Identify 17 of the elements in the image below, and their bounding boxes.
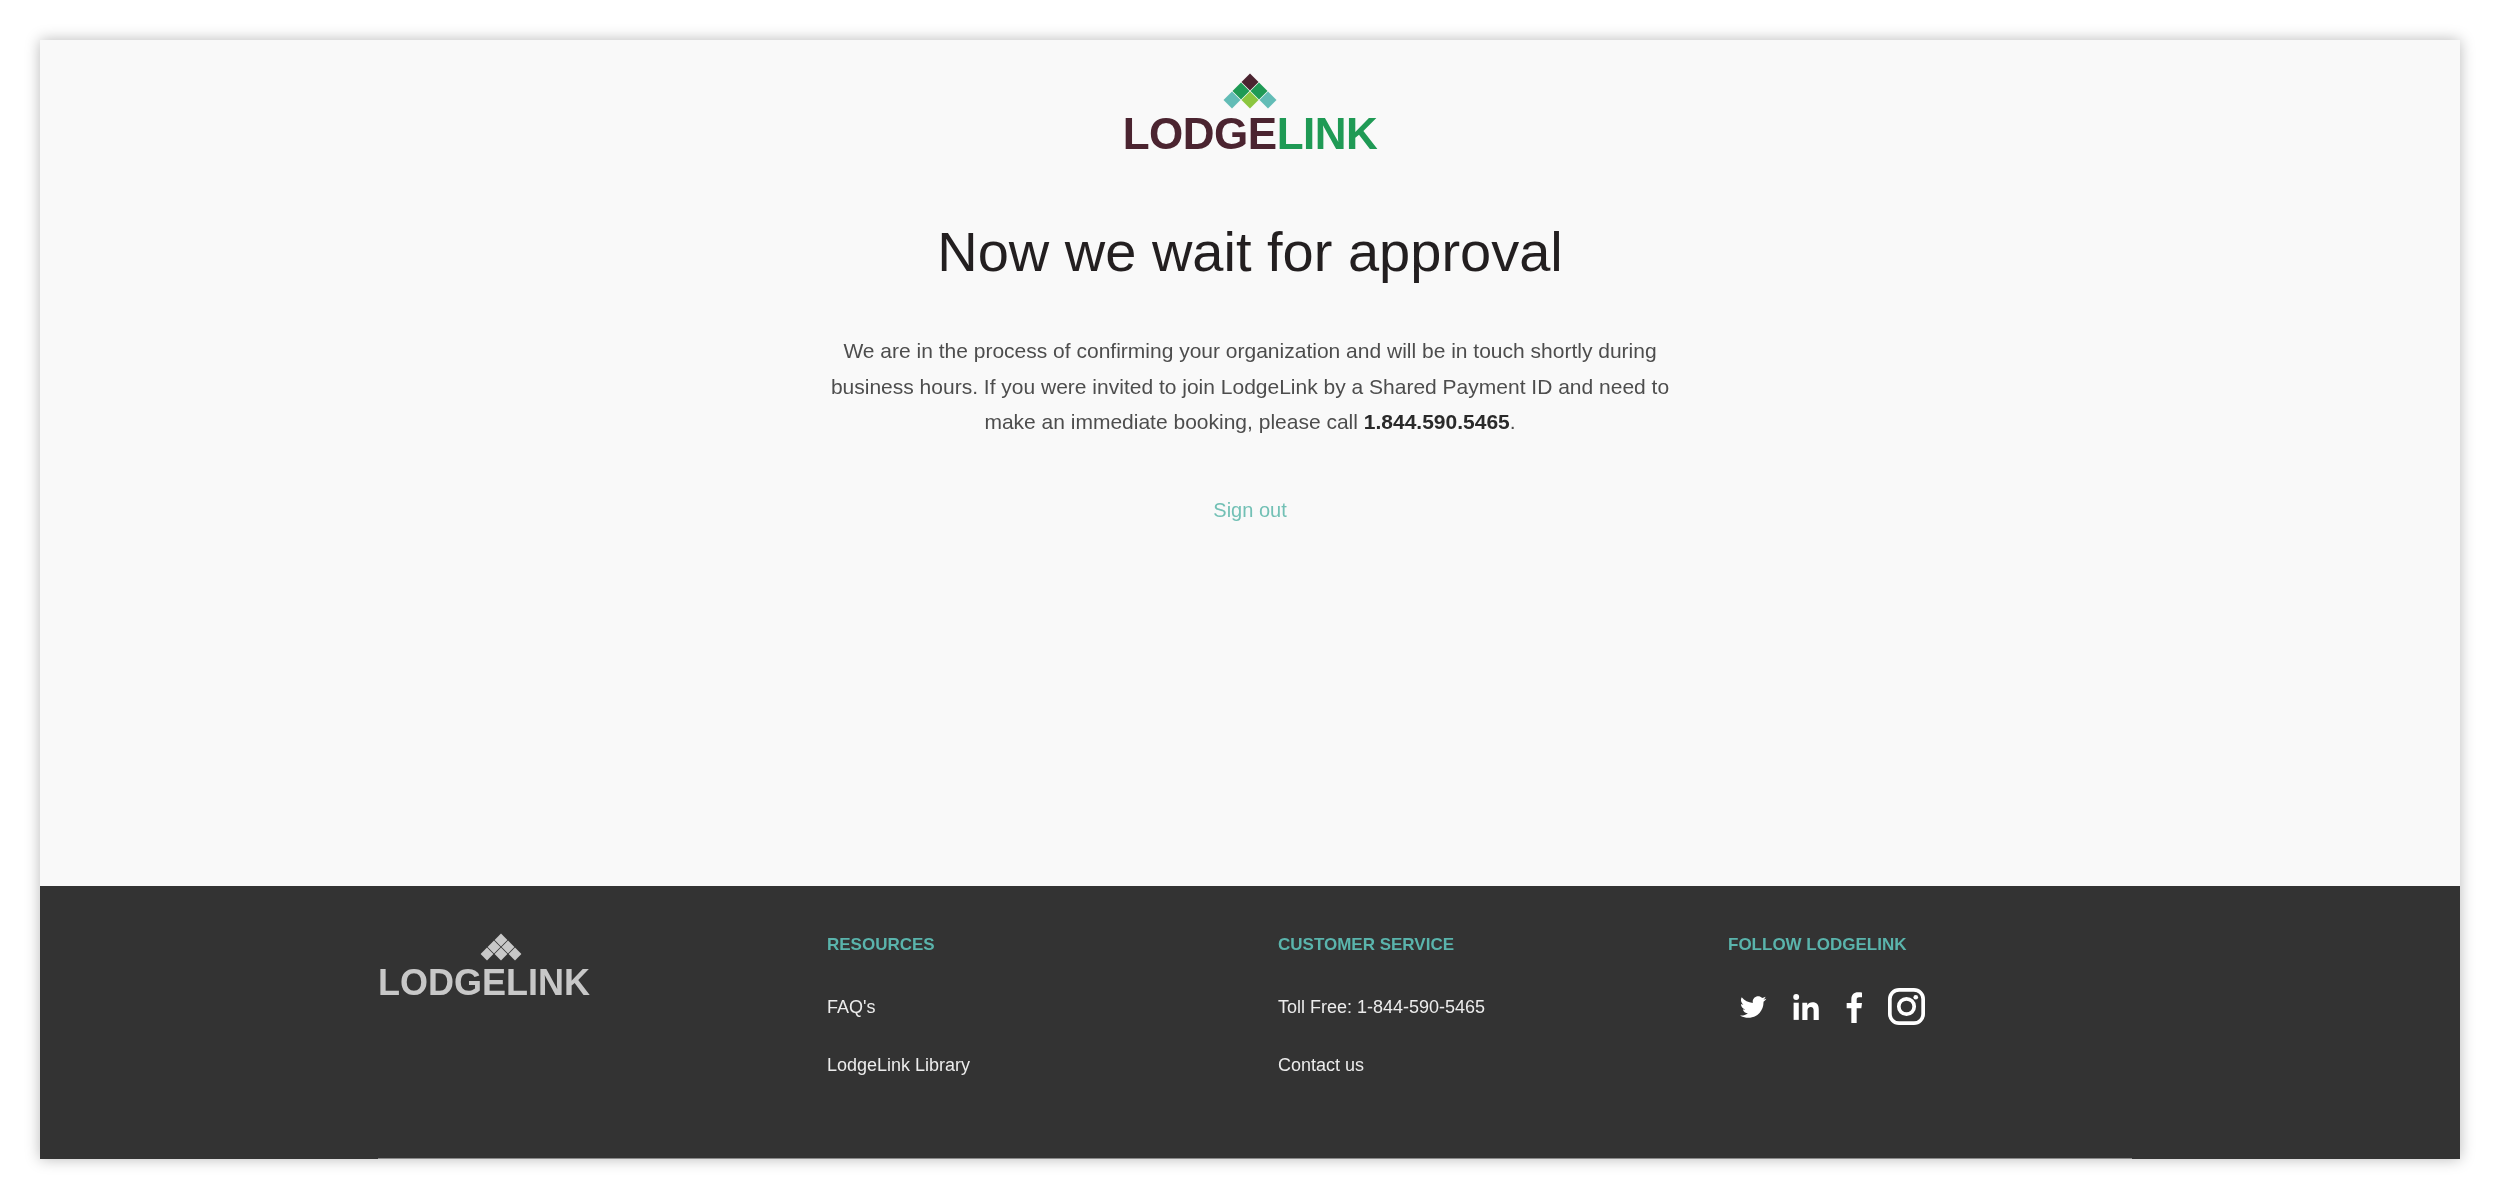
logo-icon xyxy=(480,933,522,961)
facebook-icon[interactable] xyxy=(1846,990,1862,1023)
footer-link[interactable]: LodgeLink Library xyxy=(827,1054,971,1076)
footer-heading: FOLLOW LODGELINK xyxy=(1728,935,1907,955)
footer-heading: RESOURCES xyxy=(827,935,935,955)
message-text: We are in the process of confirming your organization and will be in touch shortly during business hours. If you were invited to join LodgeLink by a Shared Payment ID and need to make an immediate booking, please call 1.844.590.5465. xyxy=(829,338,1671,436)
footer-wordmark: LODGELINK xyxy=(378,965,590,1001)
footer-link[interactable]: Contact us xyxy=(1278,1054,1365,1076)
footer-link[interactable]: FAQ's xyxy=(827,996,876,1018)
logo-wordmark: LODGELINK xyxy=(1122,112,1378,156)
linkedin-icon[interactable] xyxy=(1793,993,1820,1020)
footer-heading: CUSTOMER SERVICE xyxy=(1278,935,1455,955)
footer-link[interactable]: Toll Free: 1-844-590-5465 xyxy=(1278,996,1486,1018)
twitter-icon[interactable] xyxy=(1740,995,1767,1018)
page-heading: Now we wait for approval xyxy=(937,219,1563,285)
logo-icon xyxy=(1223,73,1277,109)
instagram-icon[interactable] xyxy=(1888,988,1925,1025)
